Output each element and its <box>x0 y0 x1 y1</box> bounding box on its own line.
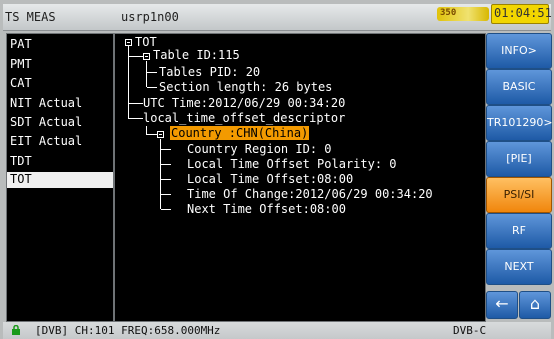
tree-section-length: Section length: 26 bytes <box>159 80 333 94</box>
list-item-tdt[interactable]: TDT <box>10 154 32 168</box>
tree-connector <box>129 103 143 104</box>
tree-view: TOT Table ID:115 Tables PID: 20 Section … <box>114 33 486 322</box>
pie-button[interactable]: [PIE] <box>486 141 552 177</box>
clock: 01:04:51 <box>494 6 552 20</box>
status-bar: [DVB] CH:101 FREQ:658.000MHz DVB-C <box>3 322 551 339</box>
basic-button[interactable]: BASIC <box>486 69 552 105</box>
tree-connector <box>128 110 129 119</box>
user-label: usrp1n00 <box>121 10 179 24</box>
tr101290-button[interactable]: TR101290> <box>486 105 553 141</box>
collapse-node-icon[interactable] <box>143 53 150 60</box>
standard-label: DVB-C <box>453 324 487 337</box>
battery-label: 350 <box>440 8 457 18</box>
tree-local-offset: Local Time Offset:08:00 <box>187 172 354 186</box>
tree-connector <box>161 194 171 195</box>
tree-root: TOT <box>135 35 157 49</box>
tree-table-id: Table ID:115 <box>153 48 240 62</box>
tree-connector <box>147 87 157 88</box>
tree-connector <box>161 209 171 210</box>
list-item-cat[interactable]: CAT <box>10 76 32 90</box>
tree-connector <box>146 61 147 87</box>
tree-descriptor: local_time_offset_descriptor <box>143 111 346 125</box>
device-frame: TS MEAS usrp1n00 350 01:04:51 PAT PMT CA… <box>0 0 554 339</box>
list-item-eit[interactable]: EIT Actual <box>10 134 82 148</box>
mode-label: TS MEAS <box>5 10 56 24</box>
channel-info: [DVB] CH:101 FREQ:658.000MHz <box>35 324 221 337</box>
list-item-pat[interactable]: PAT <box>10 37 32 51</box>
list-item-nit[interactable]: NIT Actual <box>10 96 82 110</box>
back-arrow-icon[interactable]: ← <box>486 291 518 319</box>
tree-connector <box>147 72 157 73</box>
tree-connector <box>161 149 171 150</box>
tree-utc-time: UTC Time:2012/06/29 00:34:20 <box>143 96 346 110</box>
table-list: PAT PMT CAT NIT Actual SDT Actual EIT Ac… <box>6 33 114 322</box>
next-button[interactable]: NEXT <box>486 249 552 285</box>
tree-polarity: Local Time Offset Polarity: 0 <box>187 157 397 171</box>
collapse-node-icon[interactable] <box>157 131 164 138</box>
tree-tables-pid: Tables PID: 20 <box>159 65 261 79</box>
psi-si-button[interactable]: PSI/SI <box>486 177 552 213</box>
home-icon[interactable]: ⌂ <box>519 291 551 319</box>
list-item-tot[interactable]: TOT <box>7 172 113 188</box>
tree-connector <box>161 179 171 180</box>
tree-connector <box>161 164 171 165</box>
tree-connector <box>147 134 157 135</box>
rf-button[interactable]: RF <box>486 213 552 249</box>
tree-connector <box>129 56 143 57</box>
tree-connector <box>129 118 143 119</box>
list-item-pmt[interactable]: PMT <box>10 57 32 71</box>
info-button[interactable]: INFO> <box>486 33 552 69</box>
tree-next-offset: Next Time Offset:08:00 <box>187 202 346 216</box>
button-panel: INFO> BASIC TR101290> [PIE] PSI/SI RF NE… <box>486 33 553 320</box>
tree-country-selected[interactable]: Country :CHN(China) <box>170 126 310 140</box>
tree-time-of-change: Time Of Change:2012/06/29 00:34:20 <box>187 187 433 201</box>
list-item-sdt[interactable]: SDT Actual <box>10 115 82 129</box>
collapse-node-icon[interactable] <box>125 39 132 46</box>
lock-icon <box>12 325 20 335</box>
tree-region-id: Country Region ID: 0 <box>187 142 332 156</box>
